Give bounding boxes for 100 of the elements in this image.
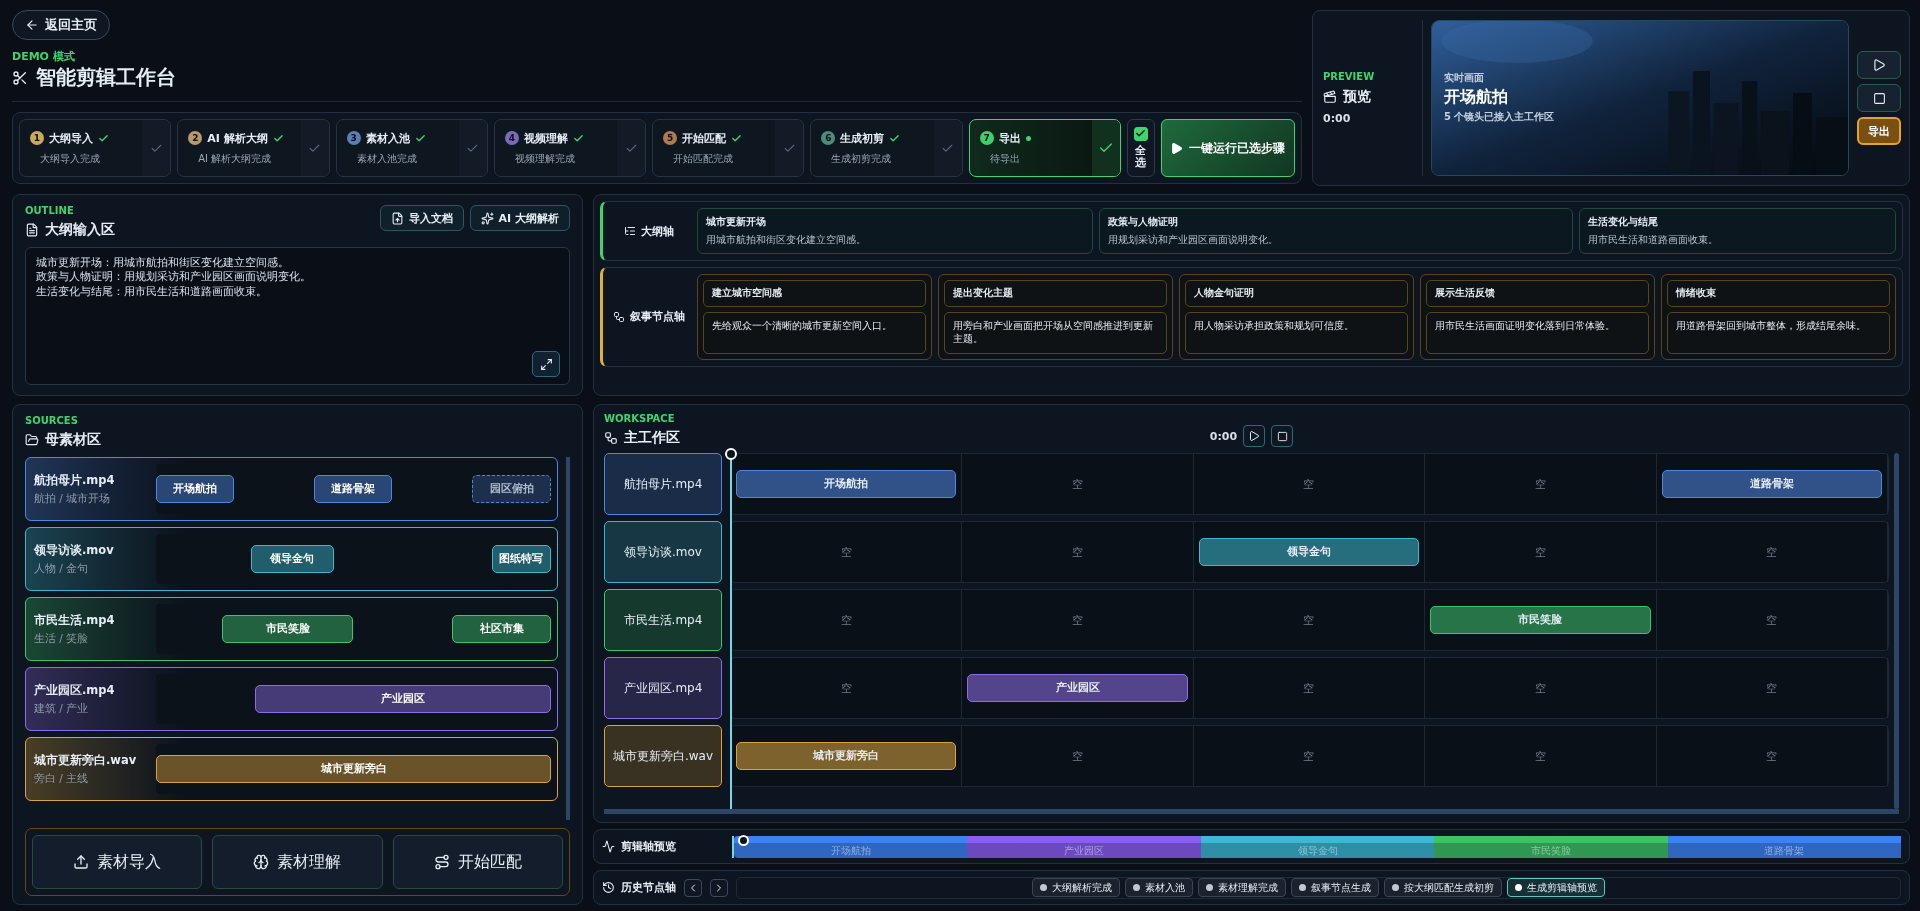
source-card[interactable]: 市民生活.mp4 生活 / 笑脸 市民笑脸 社区市集 (25, 597, 558, 661)
empty-slot: 空 (1072, 748, 1084, 764)
card-text: 用城市航拍和街区变化建立空间感。 (706, 234, 867, 247)
source-card[interactable]: 航拍母片.mp4 航拍 / 城市开场 开场航拍 道路骨架 园区俯拍 (25, 457, 558, 521)
step-card[interactable]: 4 视频理解 视频理解完成 (493, 119, 647, 177)
section-label: OUTLINE (25, 205, 75, 216)
stop-button[interactable] (1271, 425, 1294, 447)
step-title: 开始匹配 (682, 130, 727, 146)
dot-icon (1299, 884, 1306, 891)
track-label[interactable]: 市民生活.mp4 (604, 589, 722, 651)
step-status: 大纲导入完成 (39, 151, 101, 166)
source-card[interactable]: 城市更新旁白.wav 旁白 / 主线 城市更新旁白 (25, 737, 558, 801)
empty-slot: 空 (1766, 680, 1778, 696)
timeline-clip[interactable]: 市民笑脸 (1430, 606, 1651, 634)
timeline-clip[interactable]: 城市更新旁白 (736, 742, 957, 770)
source-clip[interactable]: 图纸特写 (491, 545, 551, 573)
back-button[interactable]: 返回主页 (12, 10, 110, 40)
history-chip[interactable]: 按大纲匹配生成初剪 (1384, 878, 1502, 897)
history-chip[interactable]: 生成剪辑轴预览 (1507, 878, 1605, 897)
source-name: 城市更新旁白.wav (34, 752, 138, 768)
empty-slot: 空 (1303, 476, 1315, 492)
source-clip[interactable]: 道路骨架 (314, 475, 392, 503)
step-number: 6 (821, 131, 836, 145)
section-label: WORKSPACE (604, 413, 676, 424)
empty-slot: 空 (840, 544, 852, 560)
preview-segment: 道路骨架 (1667, 835, 1902, 858)
history-chip[interactable]: 叙事节点生成 (1291, 878, 1379, 897)
empty-slot: 空 (1534, 748, 1546, 764)
panel-title: 母素材区 (45, 431, 101, 449)
source-clip[interactable]: 市民笑脸 (221, 615, 354, 643)
step-card[interactable]: 5 开始匹配 开始匹配完成 (652, 119, 805, 177)
dot-icon (1040, 884, 1047, 891)
empty-slot: 空 (1072, 476, 1084, 492)
step-title: 视频理解 (523, 130, 568, 146)
previous-button[interactable] (684, 878, 702, 897)
source-clip[interactable]: 园区俯拍 (472, 475, 551, 503)
import-document-button[interactable]: 导入文档 (379, 205, 464, 231)
step-card[interactable]: 2 AI 解析大纲 AI 解析大纲完成 (177, 119, 330, 177)
expand-button[interactable] (532, 351, 560, 377)
timeline-clip[interactable]: 产业园区 (967, 674, 1188, 702)
track-label[interactable]: 城市更新旁白.wav (604, 725, 722, 787)
step-title: AI 解析大纲 (207, 130, 268, 146)
outline-input-field[interactable]: 城市更新开场：用城市航拍和街区变化建立空间感。 政策与人物证明：用规划采访和产业园区画面说明变化。 生活变化与结尾：用市民生活和道路画面收束。 (25, 247, 570, 385)
card-title: 城市更新开场 (706, 215, 767, 229)
stop-button[interactable] (1857, 84, 1901, 112)
dot-icon (1206, 884, 1213, 891)
source-clip[interactable]: 领导金句 (250, 545, 334, 573)
bar-label: 剪辑轴预览 (621, 839, 676, 854)
history-chip[interactable]: 素材入池 (1125, 878, 1193, 897)
track-label[interactable]: 航拍母片.mp4 (604, 453, 722, 515)
step-number: 5 (663, 131, 678, 145)
clip-title: 开场航拍 (1444, 87, 1509, 108)
activity-icon (602, 840, 615, 853)
timeline-clip[interactable]: 领导金句 (1198, 538, 1420, 566)
select-all-checkbox[interactable]: 全选 (1126, 119, 1155, 177)
step-status: 生成初剪完成 (830, 151, 893, 166)
history-chip[interactable]: 大纲解析完成 (1032, 878, 1120, 897)
source-action-button[interactable]: 素材导入 (32, 835, 203, 889)
source-tags: 旁白 / 主线 (34, 771, 156, 786)
scrollbar[interactable] (1894, 453, 1899, 809)
timeline-clip[interactable]: 开场航拍 (736, 470, 957, 498)
track-label[interactable]: 产业园区.mp4 (604, 657, 722, 719)
node-text: 用道路骨架回到城市整体，形成结尾余味。 (1667, 312, 1890, 354)
export-button[interactable]: 导出 (1857, 117, 1901, 145)
ai-parse-button[interactable]: AI 大纲解析 (469, 205, 570, 231)
card-text: 用规划采访和产业园区画面说明变化。 (1107, 234, 1279, 247)
empty-slot: 空 (1303, 612, 1315, 628)
source-clip[interactable]: 开场航拍 (156, 475, 234, 503)
play-button[interactable] (1857, 51, 1901, 79)
step-card[interactable]: 3 素材入池 素材入池完成 (335, 119, 488, 177)
step-card[interactable]: 1 大纲导入 大纲导入完成 (19, 119, 172, 177)
outline-line: 生活变化与结尾：用市民生活和道路画面收束。 (36, 284, 267, 299)
step-card[interactable]: 6 生成初剪 生成初剪完成 (810, 119, 963, 177)
sparkles-icon (480, 211, 494, 225)
source-clip[interactable]: 社区市集 (452, 615, 551, 643)
timeline-clip[interactable]: 道路骨架 (1661, 470, 1882, 498)
source-action-button[interactable]: 开始匹配 (392, 835, 563, 889)
play-button[interactable] (1243, 425, 1266, 447)
empty-slot: 空 (1534, 544, 1546, 560)
source-card[interactable]: 领导访谈.mov 人物 / 金句 领导金句 图纸特写 (25, 527, 558, 591)
workflow-icon (613, 310, 625, 323)
source-name: 领导访谈.mov (34, 542, 115, 558)
run-selected-button[interactable]: 一键运行已选步骤 (1160, 119, 1295, 177)
step-card[interactable]: 7 导出 待导出 (968, 119, 1121, 177)
empty-slot: 空 (1766, 748, 1778, 764)
axis-label: 大纲轴 (641, 223, 674, 239)
next-button[interactable] (710, 878, 728, 897)
node-text: 用人物采访承担政策和规划可信度。 (1185, 312, 1408, 354)
time-readout: 0:00 (1323, 112, 1352, 125)
scissors-icon (12, 69, 28, 86)
source-clip[interactable]: 产业园区 (254, 685, 551, 713)
playhead[interactable] (725, 448, 737, 809)
source-card[interactable]: 产业园区.mp4 建筑 / 产业 产业园区 (25, 667, 558, 731)
source-clip[interactable]: 城市更新旁白 (156, 755, 551, 783)
step-status: 开始匹配完成 (672, 151, 735, 166)
source-action-button[interactable]: 素材理解 (212, 835, 383, 889)
preview-segment: 领导金句 (1200, 835, 1435, 858)
track-label[interactable]: 领导访谈.mov (604, 521, 722, 583)
history-chip[interactable]: 素材理解完成 (1198, 878, 1286, 897)
playhead-handle[interactable] (738, 834, 749, 846)
